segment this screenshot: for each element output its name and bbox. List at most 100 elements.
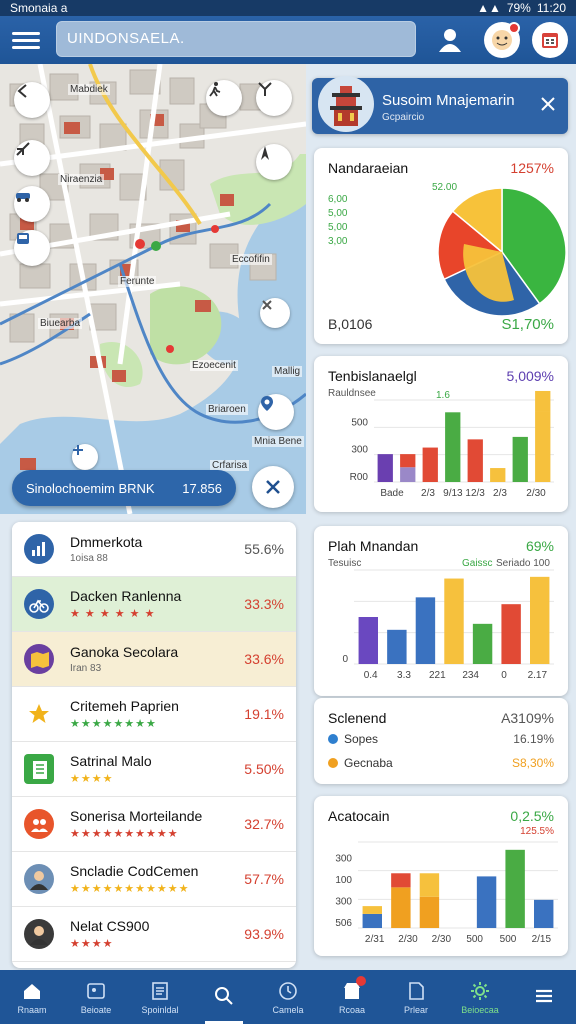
list-item[interactable]: Ganoka Secolara Iran 83 33.6%: [12, 632, 296, 687]
traffic-button[interactable]: [14, 186, 50, 222]
close-route-button[interactable]: [252, 466, 294, 508]
bar-stack: [535, 390, 551, 412]
pie-chart-card[interactable]: Nandaraeian 1257% 52.00 6,00 5,00 5,00 3…: [314, 148, 568, 344]
legend-card[interactable]: Sclenend A3109% Sopes 16.19% Gecnaba S8,30%: [314, 698, 568, 784]
footer-left: B,0106: [328, 316, 373, 332]
transit-button[interactable]: [14, 230, 50, 266]
x-tick-label: 9/13 12/3: [443, 488, 485, 499]
bar: [444, 578, 464, 664]
rating-stars: ★★★★: [70, 773, 114, 785]
close-icon[interactable]: [538, 94, 558, 114]
notifications-button[interactable]: [484, 22, 520, 58]
destination-title: Susoim Mnajemarin: [382, 92, 515, 109]
map-label: Briaroen: [206, 404, 248, 415]
legend-label: Sopes: [344, 732, 379, 746]
hamburger-menu-button[interactable]: [12, 26, 40, 54]
list-item-value: 5.50%: [244, 761, 284, 777]
list-item-title: Sonerisa Morteilande: [70, 808, 203, 824]
bar-chart-2: 0 0.4 3.3 221 234 0 2.17: [342, 569, 554, 681]
y-tick-label: 506: [335, 918, 352, 929]
footer-right: S1,70%: [501, 316, 554, 333]
rating-stars: ★★★★★★★★: [70, 718, 157, 730]
search-input[interactable]: UINDONSAELA.: [56, 21, 416, 57]
bar-chart-card-2[interactable]: Plah Mnandan 69% Tesuisc Gaissc Seriado …: [314, 526, 568, 696]
x-tick-label: 2/3: [493, 488, 507, 499]
nav-item-label: Spoinldal: [141, 1004, 179, 1015]
zoom-out-button[interactable]: [260, 298, 290, 328]
list-item[interactable]: Dacken Ranlenna ★ ★ ★ ★ ★ ★ 33.3%: [12, 577, 296, 632]
map-label: Mnia Bene: [252, 436, 304, 447]
y-tick-label: 500: [351, 417, 368, 428]
map-label: Eccofifin: [230, 254, 272, 265]
plus-icon: [73, 445, 83, 455]
list-item[interactable]: Critemeh Paprien ★★★★★★★★ 19.1%: [12, 687, 296, 742]
user-icon: [439, 29, 461, 52]
bar: [391, 887, 411, 928]
nav-item-menu[interactable]: [512, 970, 576, 1024]
legend-item: Sopes 16.19%: [328, 732, 554, 746]
list-item[interactable]: Sonerisa Morteilande ★★★★★★★★★★ 32.7%: [12, 797, 296, 852]
nav-item-image[interactable]: Beioate: [64, 970, 128, 1024]
nav-item-search[interactable]: [192, 970, 256, 1024]
calendar-button[interactable]: [532, 22, 568, 58]
navigate-button[interactable]: [14, 140, 50, 176]
status-left: Smonaia a: [10, 1, 68, 15]
nav-item-clock[interactable]: Camela: [256, 970, 320, 1024]
back-map-button[interactable]: [14, 82, 50, 118]
add-stop-button[interactable]: [72, 444, 98, 470]
list-item-text: Satrinal Malo ★★★★: [70, 753, 236, 785]
route-type-button[interactable]: [206, 80, 242, 116]
profile-button[interactable]: [432, 22, 468, 58]
compass-button[interactable]: [256, 144, 292, 180]
fork-icon: [258, 82, 272, 96]
nav-item-file[interactable]: Prlear: [384, 970, 448, 1024]
map-view[interactable]: Mabdiek Niraenzia Ferunte Biuearba Eccof…: [0, 64, 306, 514]
x-tick-label: Bade: [380, 488, 404, 499]
x-tick-label: 234: [462, 670, 479, 681]
share-button[interactable]: [256, 80, 292, 116]
bar-chart-card-1[interactable]: Tenbislanaelgl 5,009% Rauldnsee 1.6 R00 3…: [314, 356, 568, 512]
bar-stack: [391, 873, 411, 888]
list-item[interactable]: Dmmerkota 1oisa 88 55.6%: [12, 522, 296, 577]
x-tick-label: 2/3: [421, 488, 435, 499]
nav-item-label: Beioate: [80, 1004, 112, 1015]
map-label: Ezoecenit: [190, 360, 238, 371]
route-value: 17.856: [182, 480, 222, 496]
bar: [387, 629, 407, 664]
x-tick-label: 2/30: [526, 488, 546, 499]
nav-item-settings[interactable]: Beioecaa: [448, 970, 512, 1024]
nav-item-home[interactable]: Rnaam: [0, 970, 64, 1024]
x-tick-label: 2/15: [532, 934, 552, 945]
list-item[interactable]: Satrinal Malo ★★★★ 5.50%: [12, 742, 296, 797]
nav-item-document[interactable]: Spoinldal: [128, 970, 192, 1024]
image-icon: [87, 982, 105, 999]
x-tick-label: 2/30: [432, 934, 452, 945]
settings-icon: [471, 981, 489, 1000]
route-name: Sinolochoemim BRNK: [26, 480, 155, 496]
pie-chart: [437, 187, 567, 317]
list-item-title: Satrinal Malo: [70, 753, 152, 769]
compass-icon: [261, 146, 269, 160]
card-title: Sclenend: [328, 710, 387, 726]
nav-item-label: Rcoaa: [338, 1004, 365, 1015]
y-tick-label: R00: [350, 472, 369, 483]
nav-item-label: Camela: [272, 1004, 304, 1015]
list-item[interactable]: Sncladie CodCemen ★★★★★★★★★★★ 57.7%: [12, 852, 296, 907]
bar: [490, 468, 506, 482]
my-location-button[interactable]: [258, 394, 294, 430]
legend-dot: [328, 734, 338, 744]
route-summary-pill[interactable]: Sinolochoemim BRNK 17.856: [12, 470, 236, 506]
y-tick-label: 300: [335, 897, 352, 908]
nav-item-shop[interactable]: Rcoaa: [320, 970, 384, 1024]
list-item-title: Dmmerkota: [70, 534, 143, 550]
list-item[interactable]: Nelat CS900 ★★★★ 93.9%: [12, 907, 296, 962]
bar-chart-card-3[interactable]: Acatocain 0,2.5% 125.5% 506 300 100 300 2/31…: [314, 796, 568, 956]
list-item-title: Sncladie CodCemen: [70, 863, 199, 879]
list-item-value: 33.6%: [244, 651, 284, 667]
bar: [512, 436, 528, 482]
y-tick-label: 300: [335, 854, 352, 865]
battery-level: 79%: [506, 1, 531, 15]
destination-banner[interactable]: Susoim Mnajemarin Gcpaircio: [312, 76, 568, 134]
location-pin-icon: [261, 396, 273, 411]
file-icon: [409, 981, 424, 1000]
